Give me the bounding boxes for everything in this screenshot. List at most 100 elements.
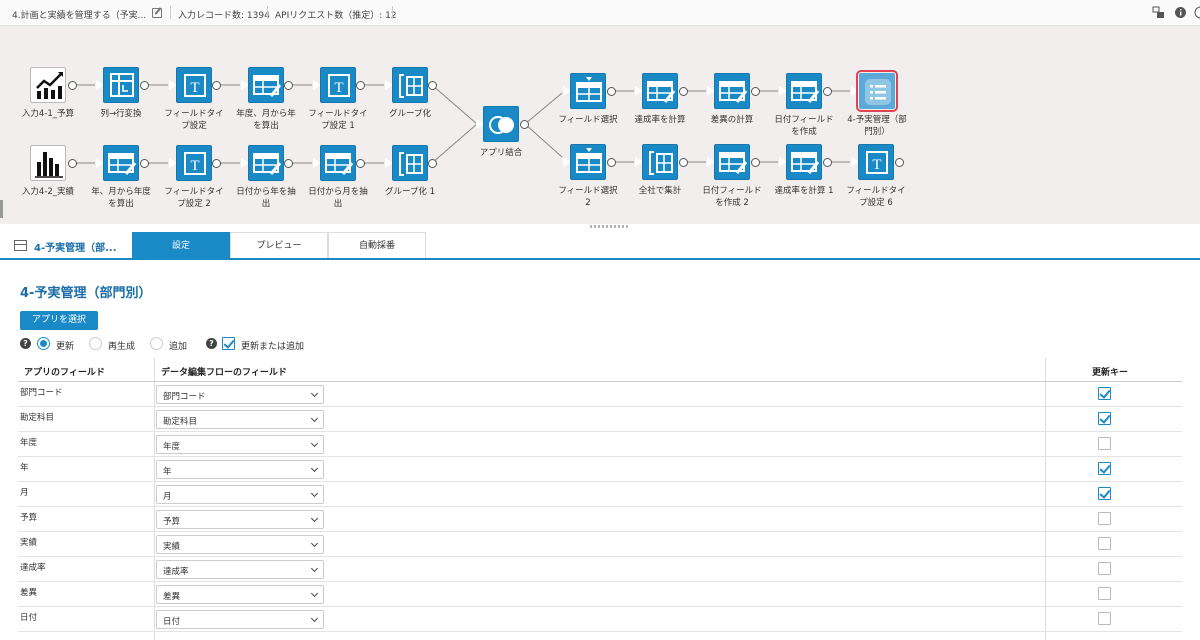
calc-node[interactable] [786,144,822,180]
table-header: アプリのフィールド データ編集フローのフィールド 更新キー [18,358,1182,382]
calc-node[interactable] [786,73,822,109]
col-update-key: 更新キー [1092,368,1129,378]
flow-field-select[interactable]: 実績 [156,535,324,554]
output-port[interactable] [520,120,529,129]
output-port[interactable] [212,81,221,90]
select-field-node[interactable] [570,73,606,109]
output-port[interactable] [68,81,77,90]
mode-regenerate-radio[interactable] [89,337,102,350]
output-port[interactable] [284,81,293,90]
output-port[interactable] [428,159,437,168]
output-port[interactable] [140,81,149,90]
update-key-checkbox[interactable] [1098,587,1111,600]
output-port[interactable] [895,158,904,167]
svg-text:T: T [190,158,199,174]
update-key-checkbox[interactable] [1098,487,1111,500]
field-type-node[interactable]: T [176,67,212,103]
update-key-checkbox[interactable] [1098,537,1111,550]
flow-field-select[interactable]: 日付 [156,610,324,629]
output-node-selected[interactable] [856,70,898,112]
output-port[interactable] [356,159,365,168]
help-icon[interactable]: ? [206,338,217,349]
output-port[interactable] [751,87,760,96]
output-port[interactable] [679,158,688,167]
calc-node[interactable] [248,145,284,181]
update-key-checkbox[interactable] [1098,562,1111,575]
mode-update-radio[interactable] [37,337,50,350]
input-port[interactable] [850,85,859,97]
more-icon[interactable] [1194,6,1200,19]
info-icon[interactable] [1174,6,1187,19]
table-select-icon [576,77,602,102]
output-port[interactable] [607,158,616,167]
flow-field-select[interactable]: 勘定科目 [156,410,324,429]
calc-node[interactable] [714,73,750,109]
calc-node[interactable] [248,67,284,103]
tab-preview[interactable]: プレビュー [230,232,328,258]
calc-node[interactable] [642,73,678,109]
output-port[interactable] [823,87,832,96]
calc-node[interactable] [714,144,750,180]
output-port[interactable] [68,159,77,168]
update-key-checkbox[interactable] [1098,387,1111,400]
edit-title-icon[interactable] [152,8,162,18]
help-icon[interactable]: ? [20,338,31,349]
flow-field-value: 日付 [163,617,181,627]
app-field-name: 年度 [20,438,38,448]
flow-field-select[interactable]: 年 [156,460,324,479]
update-key-checkbox[interactable] [1098,612,1111,625]
mode-append-radio[interactable] [150,337,163,350]
output-port[interactable] [679,87,688,96]
flow-title: 4.計画と実績を管理する（予実... [12,11,147,21]
field-type-node[interactable]: T [858,144,894,180]
output-port[interactable] [140,159,149,168]
flow-field-select[interactable]: 月 [156,485,324,504]
flow-field-select[interactable]: 差異 [156,585,324,604]
output-port[interactable] [212,159,221,168]
tab-settings[interactable]: 設定 [132,232,230,258]
node-title-area: 4-予実管理（部... [0,232,130,258]
update-key-checkbox[interactable] [1098,412,1111,425]
select-field-node[interactable] [570,144,606,180]
select-app-button[interactable]: アプリを選択 [20,311,98,330]
output-port[interactable] [356,81,365,90]
flow-field-select[interactable]: 予算 [156,510,324,529]
flow-canvas[interactable]: 入力4-1_予算 列→行変換 T フィールドタイ プ設定 年度、月から年 を算出 [0,26,1200,228]
output-port[interactable] [607,87,616,96]
output-port[interactable] [823,158,832,167]
output-port[interactable] [428,81,437,90]
group-node[interactable] [392,145,428,181]
chevron-down-icon [310,514,319,523]
table-row: 日付 日付 [18,607,1182,632]
resize-handle[interactable] [590,225,630,228]
flow-field-select[interactable]: 部門コード [156,385,324,404]
calc-node[interactable] [103,145,139,181]
table-row: 勘定科目 勘定科目 [18,407,1182,432]
node-label: 日付から年を抽 出 [236,187,296,209]
update-key-checkbox[interactable] [1098,437,1111,450]
group-node[interactable] [392,67,428,103]
field-type-node[interactable]: T [176,145,212,181]
top-bar: 4.計画と実績を管理する（予実... 入力レコード数: 1394 APIリクエス… [0,0,1200,26]
update-key-checkbox[interactable] [1098,512,1111,525]
table-edit-icon [253,75,282,97]
input-node-budget[interactable] [30,67,66,103]
output-port[interactable] [284,159,293,168]
pivot-node[interactable] [103,67,139,103]
flow-field-select[interactable]: 達成率 [156,560,324,579]
upsert-checkbox[interactable] [222,337,235,350]
input-node-actual[interactable] [30,145,66,181]
node-label: 日付から月を抽 出 [308,187,368,209]
chevron-down-icon [310,489,319,498]
group-node[interactable] [642,144,678,180]
panel-collapse-handle[interactable] [0,200,3,218]
tab-auto-numbering[interactable]: 自動採番 [328,232,426,258]
calc-node[interactable] [320,145,356,181]
field-type-node[interactable]: T [320,67,356,103]
flow-field-select[interactable]: 年度 [156,435,324,454]
group-bracket-icon [399,152,423,176]
update-key-checkbox[interactable] [1098,462,1111,475]
output-port[interactable] [751,158,760,167]
join-node[interactable] [483,106,519,142]
layout-toggle-icon[interactable] [1152,6,1165,19]
